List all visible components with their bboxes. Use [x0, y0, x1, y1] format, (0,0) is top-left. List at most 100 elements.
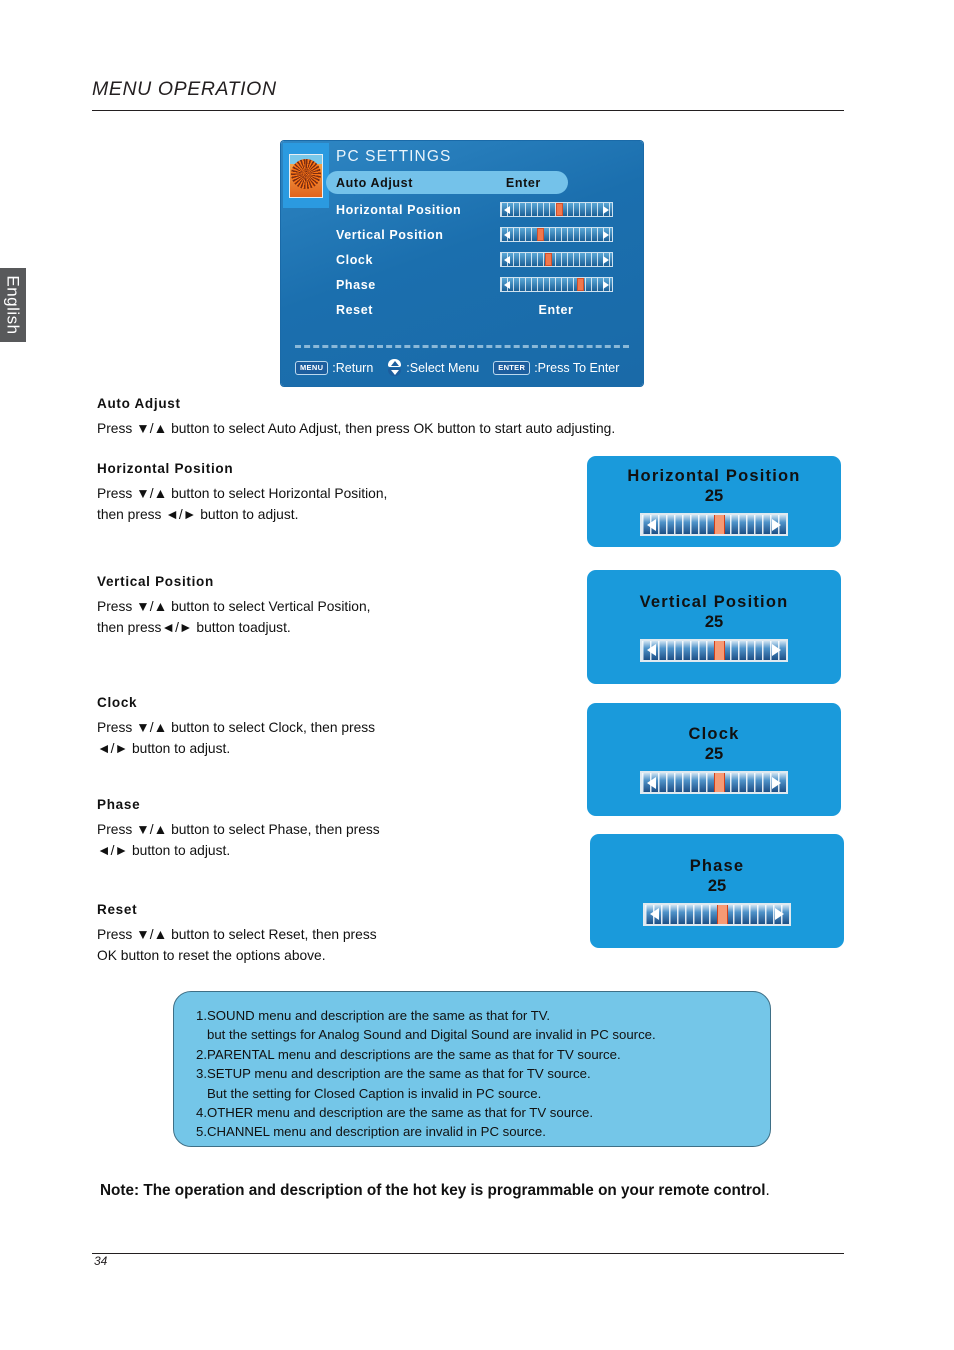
slider-thumb[interactable]	[544, 253, 552, 266]
section-body: Press ▼/▲ button to select Auto Adjust, …	[97, 418, 797, 439]
popup-slider-right-arrow-icon[interactable]	[775, 908, 784, 920]
page-title: MENU OPERATION	[92, 78, 277, 100]
popup-slider-track[interactable]	[640, 513, 788, 536]
page-number: 34	[94, 1254, 108, 1268]
section-phase: Phase Press ▼/▲ button to select Phase, t…	[97, 797, 567, 861]
note-line: 1.SOUND menu and description are the sam…	[196, 1008, 551, 1023]
osd-footer-hints: MENU :Return :Select Menu ENTER :Press T…	[295, 359, 629, 376]
note-line: But the setting for Closed Caption is in…	[207, 1085, 542, 1101]
notes-callout: 1.SOUND menu and description are the sam…	[173, 991, 771, 1147]
section-body-line: OK button to reset the options above.	[97, 948, 326, 963]
osd-row-slider[interactable]	[496, 277, 616, 292]
slider-ticks	[500, 278, 612, 291]
osd-row-reset[interactable]: Reset Enter	[336, 297, 636, 322]
slider-ticks	[500, 228, 612, 241]
note-line: 3.SETUP menu and description are the sam…	[196, 1066, 591, 1082]
slider-left-arrow-icon[interactable]	[503, 255, 510, 264]
section-body-line: Press ▼/▲ button to select Phase, then p…	[97, 822, 380, 837]
slider-thumb[interactable]	[537, 228, 544, 241]
section-body-line: then press◄/► button toadjust.	[97, 620, 291, 635]
slider-track[interactable]	[499, 202, 613, 217]
language-tab: English	[0, 268, 26, 342]
popup-phase: Phase 25	[590, 834, 844, 948]
slider-right-arrow-icon[interactable]	[602, 280, 609, 289]
popup-slider-thumb[interactable]	[714, 640, 725, 660]
section-body-line: then press ◄/► button to adjust.	[97, 507, 299, 522]
slider-right-arrow-icon[interactable]	[602, 230, 609, 239]
note-line: 2.PARENTAL menu and descriptions are the…	[196, 1046, 621, 1062]
note-line: 5.CHANNEL menu and description are inval…	[196, 1124, 546, 1140]
menu-key-chip[interactable]: MENU	[295, 360, 329, 375]
popup-slider-left-arrow-icon[interactable]	[647, 776, 656, 789]
osd-row-label: Clock	[336, 252, 374, 267]
slider-left-arrow-icon[interactable]	[503, 230, 510, 239]
osd-row-clock[interactable]: Clock	[336, 247, 636, 272]
popup-slider-thumb[interactable]	[717, 904, 728, 924]
osd-row-slider[interactable]	[496, 227, 616, 242]
popup-slider-left-arrow-icon[interactable]	[647, 644, 656, 656]
flower-thumbnail-icon	[283, 143, 329, 208]
osd-row-auto-adjust[interactable]: Auto Adjust Enter	[326, 171, 568, 194]
osd-row-vertical-position[interactable]: Vertical Position	[336, 222, 636, 247]
popup-slider-track[interactable]	[643, 902, 791, 926]
section-reset: Reset Press ▼/▲ button to select Reset, t…	[97, 902, 567, 966]
slider-right-arrow-icon[interactable]	[602, 255, 609, 264]
section-horizontal-position: Horizontal Position Press ▼/▲ button to s…	[97, 461, 567, 525]
osd-pc-settings-panel: PC SETTINGS Auto Adjust Enter Horizontal P…	[281, 141, 643, 386]
up-down-arrows-icon[interactable]	[388, 359, 402, 376]
osd-row-label: Auto Adjust	[336, 175, 413, 190]
section-vertical-position: Vertical Position Press ▼/▲ button to sel…	[97, 574, 567, 638]
slider-right-arrow-icon[interactable]	[602, 205, 609, 214]
footer-divider	[92, 1253, 844, 1254]
osd-row-slider[interactable]	[496, 202, 616, 217]
section-body-line: Press ▼/▲ button to select Vertical Posi…	[97, 599, 371, 614]
popup-slider-right-arrow-icon[interactable]	[772, 518, 781, 531]
bottom-note: Note: The operation and description of t…	[100, 1172, 852, 1209]
popup-slider-left-arrow-icon[interactable]	[650, 908, 659, 920]
popup-slider-right-arrow-icon[interactable]	[772, 644, 781, 656]
section-auto-adjust: Auto Adjust Press ▼/▲ button to select Au…	[97, 396, 797, 439]
osd-row-label: Reset	[336, 302, 374, 317]
slider-thumb[interactable]	[576, 278, 584, 291]
section-body-line: ◄/► button to adjust.	[97, 741, 231, 756]
bottom-note-body: : The operation and description of the h…	[134, 1182, 766, 1199]
popup-slider-thumb[interactable]	[714, 515, 725, 534]
popup-horizontal-position: Horizontal Position 25	[587, 456, 841, 547]
section-body-line: Press ▼/▲ button to select Auto Adjust, …	[97, 421, 616, 436]
slider-track[interactable]	[499, 277, 613, 292]
osd-row-label: Vertical Position	[336, 227, 444, 242]
osd-menu-rows: Auto Adjust Enter Horizontal Position Verti…	[326, 171, 636, 322]
bottom-note-suffix: .	[765, 1182, 770, 1199]
slider-left-arrow-icon[interactable]	[503, 280, 510, 289]
osd-row-value: Enter	[505, 175, 541, 190]
osd-row-value: Enter	[538, 302, 574, 317]
language-tab-label: English	[4, 275, 24, 335]
popup-slider-left-arrow-icon[interactable]	[647, 518, 656, 531]
section-body-line: Press ▼/▲ button to select Reset, then p…	[97, 927, 377, 942]
popup-title: Horizontal Position	[627, 467, 801, 485]
section-heading: Vertical Position	[97, 574, 214, 589]
popup-clock: Clock 25	[587, 703, 841, 816]
osd-row-label: Horizontal Position	[336, 202, 462, 217]
slider-track[interactable]	[499, 252, 613, 267]
popup-slider-thumb[interactable]	[714, 773, 725, 792]
popup-slider-track[interactable]	[640, 771, 788, 794]
popup-slider-track[interactable]	[640, 638, 788, 662]
slider-track[interactable]	[499, 227, 613, 242]
enter-key-chip[interactable]: ENTER	[493, 360, 531, 375]
popup-slider-right-arrow-icon[interactable]	[772, 776, 781, 789]
enter-key-hint-label: :Press To Enter	[534, 360, 620, 375]
osd-menu-title: PC SETTINGS	[336, 148, 452, 165]
section-body: Press ▼/▲ button to select Phase, then p…	[97, 819, 567, 861]
section-body-line: Press ▼/▲ button to select Clock, then p…	[97, 720, 376, 735]
flower-thumbnail-image	[289, 153, 323, 198]
menu-key-hint-label: :Return	[332, 360, 374, 375]
osd-row-horizontal-position[interactable]: Horizontal Position	[336, 197, 636, 222]
note-line: but the settings for Analog Sound and Di…	[207, 1027, 656, 1043]
page-header: MENU OPERATION	[92, 78, 844, 111]
slider-thumb[interactable]	[556, 203, 563, 216]
slider-left-arrow-icon[interactable]	[503, 205, 510, 214]
osd-row-slider[interactable]	[496, 252, 616, 267]
osd-row-phase[interactable]: Phase	[336, 272, 636, 297]
popup-value: 25	[704, 745, 724, 763]
